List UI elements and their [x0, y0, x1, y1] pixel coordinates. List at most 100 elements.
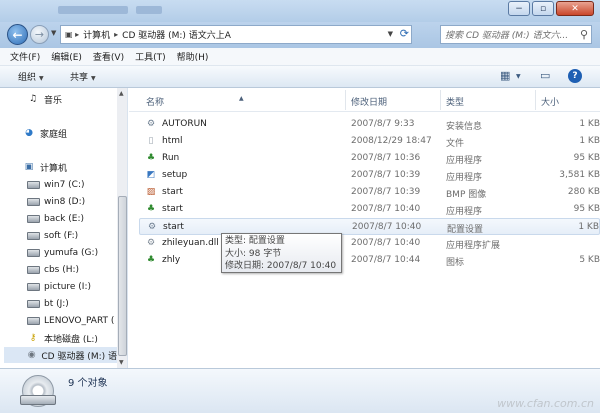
settings-file-icon: ⚙: [146, 119, 156, 129]
scroll-thumb[interactable]: [118, 196, 127, 356]
file-type: 安装信息: [446, 122, 483, 132]
breadcrumb-cd-drive[interactable]: CD 驱动器 (M:) 语文六上A: [122, 28, 231, 41]
refresh-icon[interactable]: ⟳: [400, 27, 409, 40]
history-dropdown[interactable]: ▼: [51, 29, 56, 37]
scroll-up-icon[interactable]: ▲: [119, 90, 124, 97]
chevron-down-icon[interactable]: ▼: [516, 73, 521, 80]
menu-edit[interactable]: 编辑(E): [51, 50, 82, 63]
nav-item-computer[interactable]: ▣ 计算机: [22, 159, 67, 175]
nav-item-drive-e[interactable]: back (E:): [26, 211, 84, 227]
window-controls: − ▫ ✕: [506, 1, 594, 16]
nav-item-drive-i[interactable]: picture (I:): [26, 279, 91, 295]
file-row[interactable]: ⚙ zhileyuan.dll 2007/8/7 10:40 应用程序扩展: [139, 235, 600, 252]
back-button[interactable]: ←: [7, 24, 28, 45]
nav-scrollbar[interactable]: ▲ ▼: [117, 88, 127, 368]
column-divider[interactable]: [535, 90, 536, 110]
nav-item-drive-f[interactable]: soft (F:): [26, 228, 78, 244]
menu-help[interactable]: 帮助(H): [177, 50, 209, 63]
column-divider[interactable]: [345, 90, 346, 110]
file-name: start: [162, 187, 183, 197]
search-icon[interactable]: ⚲: [580, 28, 588, 41]
nav-item-drive-lenovo[interactable]: LENOVO_PART (: [26, 313, 114, 329]
view-options-icon[interactable]: ▦: [500, 69, 510, 82]
maximize-button[interactable]: ▫: [532, 1, 554, 16]
nav-item-music[interactable]: ♫ 音乐: [26, 91, 62, 107]
file-row[interactable]: ⚙ start 2007/8/7 10:40 配置设置 1 KB: [139, 218, 600, 235]
organize-button[interactable]: 组织 ▼: [18, 70, 44, 83]
file-size: 95 KB: [573, 204, 600, 214]
column-date[interactable]: 修改日期: [351, 95, 387, 108]
minimize-button[interactable]: −: [508, 1, 530, 16]
setup-icon: ◩: [146, 170, 156, 180]
file-size: 95 KB: [573, 153, 600, 163]
file-date: 2007/8/7 10:40: [352, 222, 422, 232]
file-row[interactable]: ▯ html 2008/12/29 18:47 文件 1 KB: [139, 133, 600, 150]
help-icon[interactable]: ?: [568, 69, 582, 83]
file-row[interactable]: ⚙ AUTORUN 2007/8/7 9:33 安装信息 1 KB: [139, 116, 600, 133]
drive-icon: [26, 231, 40, 242]
address-dropdown[interactable]: ▼: [388, 30, 393, 38]
column-type[interactable]: 类型: [446, 95, 464, 108]
nav-item-label: 计算机: [40, 163, 68, 174]
nav-item-label: yumufa (G:): [44, 248, 99, 258]
nav-item-drive-c[interactable]: win7 (C:): [26, 177, 85, 193]
file-date: 2007/8/7 10:40: [351, 204, 421, 214]
nav-item-drive-d[interactable]: win8 (D:): [26, 194, 85, 210]
dll-icon: ⚙: [146, 238, 156, 248]
nav-item-homegroup[interactable]: ◕ 家庭组: [22, 125, 67, 141]
usb-drive-icon: ⚷: [29, 333, 37, 343]
navigation-pane: ♫ 音乐 ◕ 家庭组 ▣ 计算机 win7 (C:) win8 (D:) bac…: [0, 88, 128, 368]
nav-item-drive-j[interactable]: bt (J:): [26, 296, 69, 312]
file-type: BMP 图像: [446, 190, 487, 200]
nav-item-label: win8 (D:): [44, 197, 86, 207]
column-divider[interactable]: [440, 90, 441, 110]
file-size: 3,581 KB: [559, 170, 600, 180]
search-placeholder: 搜索 CD 驱动器 (M:) 语文六...: [445, 31, 569, 41]
organize-label: 组织: [18, 73, 37, 83]
nav-item-drive-g[interactable]: yumufa (G:): [26, 245, 98, 261]
nav-item-drive-h[interactable]: cbs (H:): [26, 262, 79, 278]
title-blur: [136, 6, 162, 14]
nav-item-drive-l[interactable]: ⚷ 本地磁盘 (L:): [26, 330, 98, 346]
file-list: ▲ 名称 修改日期 类型 大小 ⚙ AUTORUN 2007/8/7 9:33 …: [129, 88, 600, 368]
preview-pane-icon[interactable]: ▭: [540, 69, 550, 82]
address-bar[interactable]: ▣ ▸ 计算机 ▸ CD 驱动器 (M:) 语文六上A ▼ ⟳: [60, 25, 412, 44]
nav-item-cd-drive[interactable]: ◉ CD 驱动器 (M:) 语: [4, 347, 117, 363]
drive-icon: [26, 180, 40, 191]
column-size[interactable]: 大小: [541, 95, 559, 108]
file-name: setup: [162, 170, 188, 180]
title-bar: − ▫ ✕: [0, 0, 600, 22]
file-row[interactable]: ♣ zhly 2007/8/7 10:44 图标 5 KB: [139, 252, 600, 269]
file-name: start: [162, 204, 183, 214]
menu-file[interactable]: 文件(F): [10, 50, 40, 63]
scroll-down-icon[interactable]: ▼: [119, 359, 124, 366]
breadcrumb-computer[interactable]: 计算机: [83, 28, 110, 41]
file-row[interactable]: ◩ setup 2007/8/7 10:39 应用程序 3,581 KB: [139, 167, 600, 184]
file-type: 图标: [446, 258, 465, 268]
file-date: 2007/8/7 10:40: [351, 238, 421, 248]
file-type: 应用程序: [446, 156, 483, 166]
close-button[interactable]: ✕: [556, 1, 594, 16]
chevron-right-icon[interactable]: ▸: [114, 30, 118, 39]
file-row[interactable]: ♣ Run 2007/8/7 10:36 应用程序 95 KB: [139, 150, 600, 167]
address-row: ← → ▼ ▣ ▸ 计算机 ▸ CD 驱动器 (M:) 语文六上A ▼ ⟳ 搜索…: [0, 22, 600, 48]
file-row[interactable]: ▨ start 2007/8/7 10:39 BMP 图像 280 KB: [139, 184, 600, 201]
forward-button[interactable]: →: [30, 25, 49, 44]
file-date: 2007/8/7 10:44: [351, 255, 421, 265]
share-button[interactable]: 共享 ▼: [70, 70, 96, 83]
homegroup-icon: ◕: [25, 128, 33, 138]
command-bar: 组织 ▼ 共享 ▼ ▦ ▼ ▭ ?: [0, 66, 600, 88]
nav-item-label: LENOVO_PART (: [44, 316, 115, 326]
nav-item-label: back (E:): [44, 214, 84, 224]
file-type: 文件: [446, 139, 465, 149]
file-name: html: [162, 136, 183, 146]
drive-icon: [26, 214, 40, 225]
nav-item-label: 家庭组: [40, 129, 68, 140]
column-header: ▲ 名称 修改日期 类型 大小: [129, 88, 600, 112]
menu-tools[interactable]: 工具(T): [135, 50, 166, 63]
column-name[interactable]: 名称: [146, 95, 164, 108]
menu-view[interactable]: 查看(V): [93, 50, 124, 63]
file-name: zhileyuan.dll: [162, 238, 219, 248]
search-input[interactable]: 搜索 CD 驱动器 (M:) 语文六... ⚲: [440, 25, 592, 44]
file-row[interactable]: ♣ start 2007/8/7 10:40 应用程序 95 KB: [139, 201, 600, 218]
